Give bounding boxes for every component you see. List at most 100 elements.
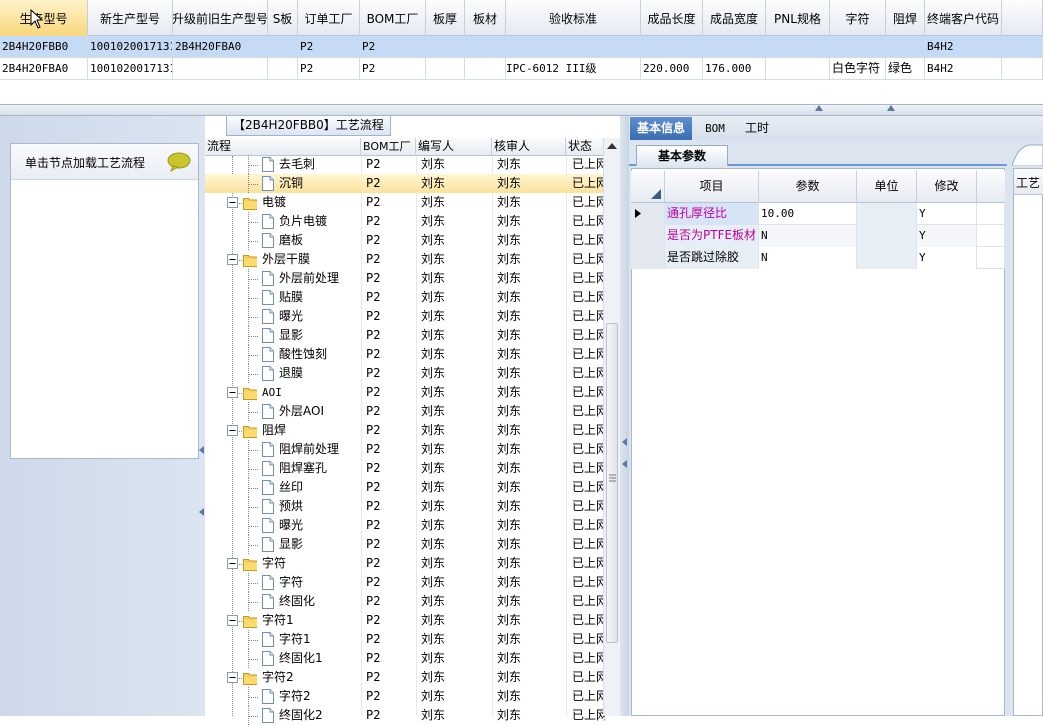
- col-new-product-model-cell[interactable]: 10010200171312: [88, 58, 173, 80]
- tree-group-node[interactable]: 阻焊 P2 刘东 刘东 已上网: [205, 421, 605, 440]
- col-length-cell[interactable]: [641, 36, 703, 58]
- tree-step-node[interactable]: 字符2 P2 刘东 刘东 已上网: [205, 687, 605, 706]
- collapse-toggle-icon[interactable]: [227, 558, 238, 569]
- col-customer-code-cell[interactable]: B4H2: [925, 36, 1002, 58]
- tree-step-node[interactable]: 终固化1 P2 刘东 刘东 已上网: [205, 649, 605, 668]
- col-width-cell[interactable]: [703, 36, 766, 58]
- tree-step-node[interactable]: 去毛刺 P2 刘东 刘东 已上网: [205, 155, 605, 174]
- col-legend-header[interactable]: 字符: [830, 0, 886, 36]
- param-header-unit[interactable]: 单位: [857, 171, 917, 203]
- param-header-value[interactable]: 参数: [759, 171, 857, 203]
- col-legend-cell[interactable]: [830, 36, 886, 58]
- col-thickness-cell[interactable]: [426, 36, 465, 58]
- tab-basic-info[interactable]: 基本信息: [630, 117, 692, 140]
- col-old-product-model-cell[interactable]: [173, 58, 268, 80]
- col-thickness-cell[interactable]: [426, 58, 465, 80]
- tab-work-hours[interactable]: 工时: [738, 117, 776, 140]
- horizontal-splitter[interactable]: [0, 104, 1043, 116]
- tree-group-node[interactable]: AOI P2 刘东 刘东 已上网: [205, 383, 605, 402]
- col-material-cell[interactable]: [465, 58, 506, 80]
- col-solder-mask-header[interactable]: 阻焊: [886, 0, 925, 36]
- product-row[interactable]: 2B4H20FBB0100102001713122B4H20FBA0 P2P2 B4…: [0, 36, 1043, 58]
- tree-step-node[interactable]: 丝印 P2 刘东 刘东 已上网: [205, 478, 605, 497]
- col-acceptance-std-cell[interactable]: IPC-6012 III级: [506, 58, 641, 80]
- col-s-board-cell[interactable]: [268, 58, 298, 80]
- scroll-thumb[interactable]: [606, 323, 618, 643]
- tree-step-node[interactable]: 曝光 P2 刘东 刘东 已上网: [205, 516, 605, 535]
- col-pnl-spec-header[interactable]: PNL规格: [766, 0, 830, 36]
- tree-step-node[interactable]: 沉铜 P2 刘东 刘东 已上网: [205, 174, 605, 193]
- tree-step-node[interactable]: 磨板 P2 刘东 刘东 已上网: [205, 231, 605, 250]
- param-cell-unit[interactable]: [857, 247, 917, 269]
- tree-step-node[interactable]: 外层AOI P2 刘东 刘东 已上网: [205, 402, 605, 421]
- col-order-factory-cell[interactable]: P2: [298, 58, 360, 80]
- col-solder-mask-cell[interactable]: 绿色: [886, 58, 925, 80]
- col-customer-code-header[interactable]: 终端客户代码: [925, 0, 1002, 36]
- tree-step-node[interactable]: 字符 P2 刘东 刘东 已上网: [205, 573, 605, 592]
- col-material-cell[interactable]: [465, 36, 506, 58]
- tree-step-node[interactable]: 阻焊前处理 P2 刘东 刘东 已上网: [205, 440, 605, 459]
- col-pnl-spec-cell[interactable]: [766, 58, 830, 80]
- col-bom-factory-header[interactable]: BOM工厂: [360, 0, 426, 36]
- col-old-product-model-cell[interactable]: 2B4H20FBA0: [173, 36, 268, 58]
- tree-step-node[interactable]: 贴膜 P2 刘东 刘东 已上网: [205, 288, 605, 307]
- col-extra-cell[interactable]: [1002, 36, 1043, 58]
- param-cell-unit[interactable]: [857, 225, 917, 247]
- col-new-product-model-cell[interactable]: 10010200171312: [88, 36, 173, 58]
- col-old-product-model-header[interactable]: 升级前旧生产型号: [173, 0, 268, 36]
- tree-step-node[interactable]: 退膜 P2 刘东 刘东 已上网: [205, 364, 605, 383]
- tree-group-node[interactable]: 字符1 P2 刘东 刘东 已上网: [205, 611, 605, 630]
- col-length-header[interactable]: 成品长度: [641, 0, 703, 36]
- col-extra-header[interactable]: [1002, 0, 1043, 36]
- param-cell-modify[interactable]: Y: [917, 203, 977, 225]
- param-cell-modify[interactable]: Y: [917, 247, 977, 269]
- param-header-modify[interactable]: 修改: [917, 171, 977, 203]
- tree-step-node[interactable]: 显影 P2 刘东 刘东 已上网: [205, 326, 605, 345]
- col-customer-code-cell[interactable]: B4H2: [925, 58, 1002, 80]
- tab-bom[interactable]: BOM: [696, 117, 734, 140]
- tree-header-status[interactable]: 状态: [566, 138, 604, 156]
- col-new-product-model-header[interactable]: 新生产型号: [88, 0, 173, 36]
- param-cell-value[interactable]: 10.00: [759, 203, 857, 225]
- col-solder-mask-cell[interactable]: [886, 36, 925, 58]
- tree-vertical-scrollbar[interactable]: [603, 138, 620, 716]
- tree-step-node[interactable]: 字符1 P2 刘东 刘东 已上网: [205, 630, 605, 649]
- col-s-board-cell[interactable]: [268, 36, 298, 58]
- param-row[interactable]: 通孔厚径比 10.00 Y: [631, 203, 1005, 225]
- col-product-model-cell[interactable]: 2B4H20FBA0: [0, 58, 88, 80]
- tree-header-writer[interactable]: 编写人: [416, 138, 492, 156]
- col-acceptance-std-header[interactable]: 验收标准: [506, 0, 641, 36]
- product-row[interactable]: 2B4H20FBA010010200171312 P2P2 IPC-6012 III…: [0, 58, 1043, 80]
- collapse-toggle-icon[interactable]: [227, 615, 238, 626]
- param-cell-item[interactable]: 是否为PTFE板材: [665, 225, 759, 247]
- collapse-toggle-icon[interactable]: [227, 254, 238, 265]
- tree-group-node[interactable]: 字符2 P2 刘东 刘东 已上网: [205, 668, 605, 687]
- vertical-splitter[interactable]: [620, 116, 629, 716]
- col-pnl-spec-cell[interactable]: [766, 36, 830, 58]
- param-cell-value[interactable]: N: [759, 225, 857, 247]
- col-extra-cell[interactable]: [1002, 58, 1043, 80]
- param-cell-modify[interactable]: Y: [917, 225, 977, 247]
- col-order-factory-cell[interactable]: P2: [298, 36, 360, 58]
- param-cell-value[interactable]: N: [759, 247, 857, 269]
- tree-step-node[interactable]: 曝光 P2 刘东 刘东 已上网: [205, 307, 605, 326]
- param-header-item[interactable]: 项目: [665, 171, 759, 203]
- tree-step-node[interactable]: 负片电镀 P2 刘东 刘东 已上网: [205, 212, 605, 231]
- tree-step-node[interactable]: 阻焊塞孔 P2 刘东 刘东 已上网: [205, 459, 605, 478]
- tree-group-node[interactable]: 字符 P2 刘东 刘东 已上网: [205, 554, 605, 573]
- param-cell-item[interactable]: 通孔厚径比: [665, 203, 759, 225]
- col-product-model-cell[interactable]: 2B4H20FBB0: [0, 36, 88, 58]
- col-thickness-header[interactable]: 板厚: [426, 0, 465, 36]
- col-s-board-header[interactable]: S板: [268, 0, 298, 36]
- col-acceptance-std-cell[interactable]: [506, 36, 641, 58]
- col-legend-cell[interactable]: 白色字符: [830, 58, 886, 80]
- col-product-model-header[interactable]: 生产型号: [0, 0, 88, 36]
- col-width-header[interactable]: 成品宽度: [703, 0, 766, 36]
- param-cell-item[interactable]: 是否跳过除胶: [665, 247, 759, 269]
- param-cell-unit[interactable]: [857, 203, 917, 225]
- tree-group-node[interactable]: 外层干膜 P2 刘东 刘东 已上网: [205, 250, 605, 269]
- tree-header-bom-factory[interactable]: BOM工厂: [361, 138, 416, 156]
- collapse-toggle-icon[interactable]: [227, 387, 238, 398]
- collapse-toggle-icon[interactable]: [227, 425, 238, 436]
- collapse-toggle-icon[interactable]: [227, 197, 238, 208]
